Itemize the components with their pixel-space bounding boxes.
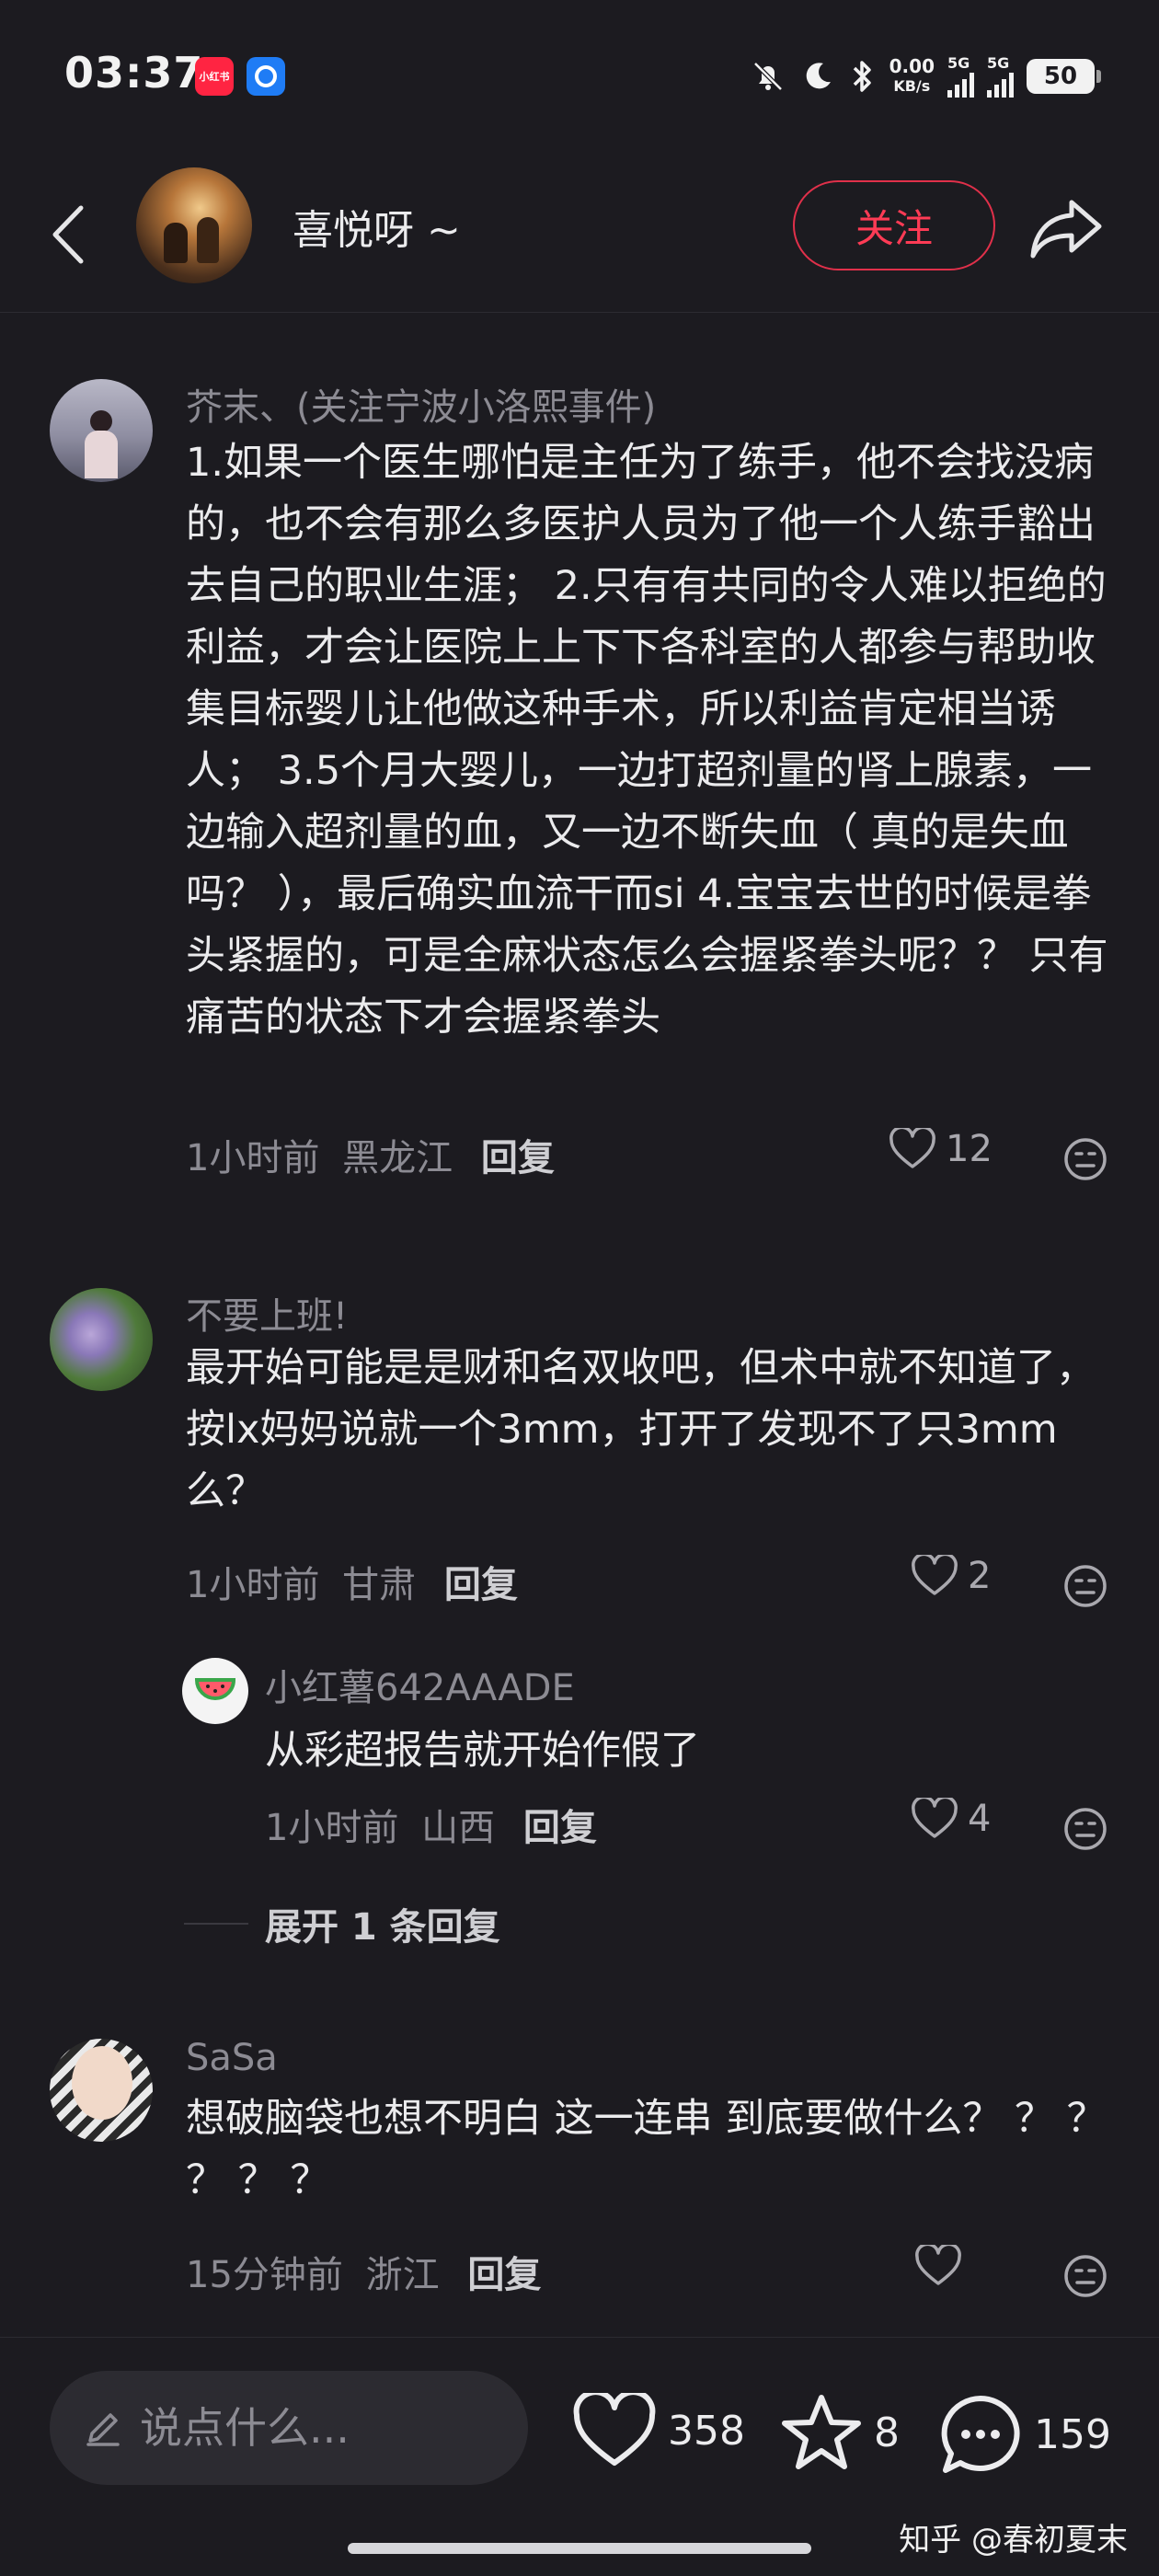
comment-meta: 1小时前 甘肃 回复 [186,1555,518,1608]
comment-input[interactable] [140,2403,489,2453]
bottom-action-bar: 358 8 159 知乎 @春初夏末 [0,2337,1159,2576]
heart-icon [889,1128,935,1168]
heart-icon [912,1798,958,1838]
like-button[interactable]: 2 [911,1555,991,1597]
system-icons: 0.00 KB/s 5G 5G 50 [750,52,1101,101]
moon-icon [806,63,831,89]
dislike-icon[interactable] [1061,1805,1109,1853]
post-like-button[interactable]: 358 [572,2393,745,2468]
mute-icon [752,62,783,91]
commenter-name[interactable]: 不要上班! [186,1286,348,1340]
like-count: 4 [968,1798,992,1840]
home-indicator[interactable] [348,2543,811,2554]
comment-time: 1小时前 [186,1137,320,1179]
comment-text[interactable]: 1.如果一个医生哪怕是主任为了练手，他不会找没病的，也不会有那么多医护人员为了他… [186,432,1115,1049]
comment-meta: 1小时前 黑龙江 回复 [186,1128,555,1181]
like-count: 12 [946,1128,993,1170]
comment-text[interactable]: 最开始可能是是财和名双收吧，但术中就不知道了，按lx妈妈说就一个3mm，打开了发… [186,1338,1115,1523]
post-like-count: 358 [668,2407,745,2455]
comment-location: 甘肃 [342,1564,417,1606]
post-collect-button[interactable]: 8 [780,2393,900,2472]
pencil-icon [86,2413,120,2446]
comment-time: 1小时前 [186,1564,320,1606]
reply-meta: 1小时前 山西 回复 [265,1798,597,1851]
network-speed-value: 0.00 [889,55,935,77]
reply-button[interactable]: 回复 [444,1564,518,1606]
share-button[interactable] [1027,190,1106,269]
comment-time: 15分钟前 [186,2254,343,2296]
status-bar: 03:37 小红书 0.00 KB/s 5G 5G 50 [0,0,1159,147]
browser-app-icon [247,57,285,96]
reply-location: 山西 [421,1807,496,1849]
chat-bubble-icon [941,2396,1020,2473]
post-collect-count: 8 [874,2409,900,2456]
like-count: 2 [968,1555,992,1597]
comment-location: 浙江 [365,2254,440,2296]
back-button[interactable] [40,193,96,276]
signal-2-label: 5G [987,54,1010,72]
page: 03:37 小红书 0.00 KB/s 5G 5G 50 喜悦呀 ~ 关注 芥末… [0,0,1159,2576]
signal-1-label: 5G [947,54,970,72]
dislike-icon[interactable] [1061,1135,1109,1183]
signal-2: 5G [987,55,1014,98]
reply-button[interactable]: 回复 [523,1807,597,1849]
reply-button[interactable]: 回复 [481,1137,555,1179]
post-header: 喜悦呀 ~ 关注 [0,156,1159,313]
comment-meta: 15分钟前 浙江 回复 [186,2245,541,2298]
heart-icon [915,2245,961,2285]
commenter-name[interactable]: SaSa [186,2037,278,2079]
author-name[interactable]: 喜悦呀 ~ [293,197,461,256]
network-speed: 0.00 KB/s [889,56,935,97]
signal-bars-icon [947,72,974,98]
reply-button[interactable]: 回复 [467,2254,541,2296]
expand-replies-button[interactable]: 展开 1 条回复 [184,1897,500,1950]
comment-text[interactable]: 想破脑袋也想不明白 这一连串 到底要做什么？ ？ ？ ？ ？ ？ [186,2088,1115,2212]
commenter-avatar[interactable] [50,2039,153,2142]
reply-text[interactable]: 从彩超报告就开始作假了 [265,1719,700,1776]
expand-replies-label: 展开 1 条回复 [265,1906,500,1949]
chevron-left-icon [52,205,84,264]
star-icon [782,2395,861,2469]
post-comment-button[interactable]: 159 [938,2393,1111,2476]
bluetooth-icon [853,61,871,92]
xiaohongshu-app-icon: 小红书 [195,57,234,96]
reply-avatar[interactable] [182,1658,248,1724]
reply-time: 1小时前 [265,1807,399,1849]
comment-input-box[interactable] [50,2371,528,2485]
follow-button[interactable]: 关注 [793,180,995,270]
commenter-avatar[interactable] [50,379,153,482]
commenter-name[interactable]: 芥末、(关注宁波小洛熙事件) [186,377,656,431]
status-time: 03:37 [64,48,204,98]
like-button[interactable]: 4 [911,1798,991,1840]
commenter-avatar[interactable] [50,1288,153,1391]
signal-bars-icon [987,72,1014,98]
post-comment-count: 159 [1034,2410,1111,2458]
author-avatar[interactable] [136,167,252,283]
dislike-icon[interactable] [1061,1562,1109,1610]
watermelon-icon [195,1678,235,1700]
heart-icon [912,1555,958,1595]
signal-1: 5G [947,55,974,98]
reply-author-name[interactable]: 小红薯642AAADE [265,1658,575,1711]
like-button[interactable]: 12 [889,1128,993,1170]
comment-location: 黑龙江 [342,1137,453,1179]
zhihu-watermark: 知乎 @春初夏末 [899,2522,1128,2559]
like-button[interactable] [914,2245,971,2287]
battery-icon: 50 [1027,59,1101,94]
network-speed-unit: KB/s [893,77,931,95]
share-icon [1030,200,1102,259]
heart-icon [573,2393,656,2466]
dislike-icon[interactable] [1061,2252,1109,2300]
